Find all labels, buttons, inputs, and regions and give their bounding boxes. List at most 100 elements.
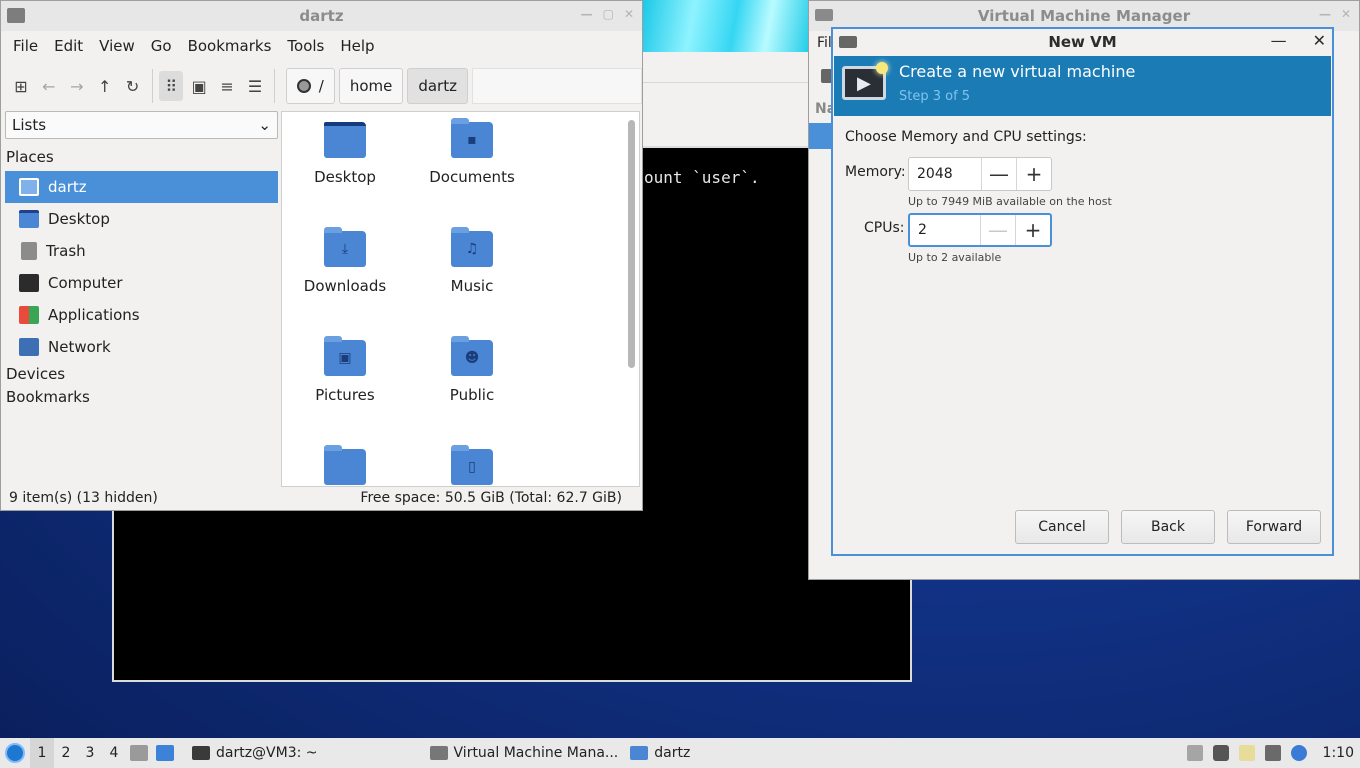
back-button[interactable]: Back [1121,510,1215,544]
system-tray: 1:10 [1186,738,1360,768]
forward-button[interactable]: Forward [1227,510,1321,544]
task-label: dartz@VM3: ~ [216,745,318,761]
memory-hint: Up to 7949 MiB available on the host [908,195,1112,208]
terminal-icon [192,746,210,760]
side-pane: Lists ⌄ Places dartz Desktop Trash Compu… [5,111,278,487]
bookmarks-heading[interactable]: Bookmarks [5,386,278,409]
path-bar-empty[interactable] [471,68,642,104]
file-item-desktop[interactable]: Desktop [282,122,408,186]
background-window-strip [643,0,808,52]
path-bar: / home dartz [285,68,642,104]
file-item-music[interactable]: ♫ Music [409,227,535,295]
folder-app-icon [7,8,25,23]
menu-help[interactable]: Help [332,37,382,55]
new-tab-icon[interactable]: ⊞ [9,71,33,101]
sidebar-item-network[interactable]: Network [5,331,278,363]
file-item-templates[interactable]: ▯ [409,445,535,486]
new-vm-titlebar[interactable]: New VM — ✕ [833,29,1332,55]
workspace-3[interactable]: 3 [78,738,102,768]
menu-file[interactable]: Fil [817,35,832,51]
folder-view[interactable]: Desktop ▪ Documents ⤓ Downloads ♫ Music … [281,111,640,487]
sidebar-item-trash[interactable]: Trash [5,235,278,267]
file-manager-titlebar[interactable]: dartz — ▢ ✕ [1,1,642,31]
virt-manager-icon [429,746,448,760]
menu-tools[interactable]: Tools [279,37,332,55]
sidebar-item-applications[interactable]: Applications [5,299,278,331]
scrollbar-thumb[interactable] [628,120,635,368]
cpus-field[interactable]: 2 [910,215,980,245]
free-space: Free space: 50.5 GiB (Total: 62.7 GiB) [360,490,622,506]
cpus-decrement-button[interactable]: — [980,215,1015,245]
up-arrow-icon[interactable]: ↑ [93,71,117,101]
network-icon [19,338,39,356]
folder-icon [324,445,366,485]
workspace-4[interactable]: 4 [102,738,126,768]
thumbnail-view-icon[interactable]: ▣ [187,71,211,101]
toolbar: ⊞ ← → ↑ ↻ ⠿ ▣ ≡ ☰ / home dartz [1,61,642,111]
network-icon[interactable] [1264,745,1281,761]
sidebar-item-dartz[interactable]: dartz [5,171,278,203]
file-item-public[interactable]: ☻ Public [409,336,535,404]
file-item-documents[interactable]: ▪ Documents [409,118,535,186]
task-file-manager[interactable]: dartz [624,738,696,768]
sidebar-item-label: Desktop [48,210,110,228]
volume-icon[interactable] [1212,745,1229,761]
reload-icon[interactable]: ↻ [121,71,145,101]
minimize-icon[interactable]: — [1319,7,1331,21]
clock[interactable]: 1:10 [1323,745,1354,761]
sidebar-item-computer[interactable]: Computer [5,267,278,299]
cpus-increment-button[interactable]: + [1015,215,1050,245]
close-icon[interactable]: ✕ [1313,31,1326,50]
detailed-list-view-icon[interactable]: ☰ [243,71,267,101]
close-icon[interactable]: ✕ [624,7,634,21]
close-icon[interactable]: ✕ [1341,7,1351,21]
upload-icon[interactable] [1186,745,1203,761]
file-item-downloads[interactable]: ⤓ Downloads [282,227,408,295]
compact-view-icon[interactable]: ≡ [215,71,239,101]
task-virt-manager[interactable]: Virtual Machine Mana... [424,738,625,768]
path-segment-home[interactable]: home [338,68,404,104]
workspace-1[interactable]: 1 [30,738,54,768]
task-terminal[interactable]: dartz@VM3: ~ [186,738,324,768]
sidebar-item-desktop[interactable]: Desktop [5,203,278,235]
workspace-2[interactable]: 2 [54,738,78,768]
memory-decrement-button[interactable]: — [981,158,1016,190]
path-segment-dartz[interactable]: dartz [407,68,468,104]
desktop-icon [156,745,174,761]
launcher-show-desktop[interactable] [152,738,178,768]
menu-bookmarks[interactable]: Bookmarks [180,37,280,55]
file-item-folder[interactable] [282,445,408,486]
file-item-pictures[interactable]: ▣ Pictures [282,336,408,404]
launcher-file-manager[interactable] [126,738,152,768]
menu-view[interactable]: View [91,37,143,55]
back-arrow-icon[interactable]: ← [37,71,61,101]
update-notifier-icon[interactable] [1290,745,1307,761]
task-label: dartz [654,745,691,761]
devices-heading[interactable]: Devices [5,363,278,386]
memory-increment-button[interactable]: + [1016,158,1051,190]
cpus-label: CPUs: [864,220,905,236]
intro-label: Choose Memory and CPU settings: [845,129,1087,145]
sidebar-item-label: Computer [48,274,123,292]
cpus-stepper[interactable]: 2 — + [908,213,1052,247]
cancel-button[interactable]: Cancel [1015,510,1109,544]
forward-arrow-icon[interactable]: → [65,71,89,101]
start-menu-button[interactable] [0,738,30,768]
menu-go[interactable]: Go [143,37,180,55]
maximize-icon[interactable]: ▢ [603,7,614,21]
minimize-icon[interactable]: — [1271,31,1287,50]
places-heading[interactable]: Places [5,139,278,171]
path-root-button[interactable]: / [285,68,335,104]
menu-file[interactable]: File [5,37,46,55]
virt-manager-icon [815,9,833,21]
icon-view-icon[interactable]: ⠿ [159,71,184,101]
window-controls: — ▢ ✕ [581,7,634,21]
side-pane-mode-select[interactable]: Lists ⌄ [5,111,278,139]
memory-stepper[interactable]: 2048 — + [908,157,1052,191]
clipboard-icon[interactable] [1238,745,1255,761]
minimize-icon[interactable]: — [581,7,593,21]
memory-field[interactable]: 2048 [909,158,981,190]
menu-edit[interactable]: Edit [46,37,91,55]
file-item-label: Public [449,386,495,404]
sidebar-item-label: dartz [48,178,87,196]
